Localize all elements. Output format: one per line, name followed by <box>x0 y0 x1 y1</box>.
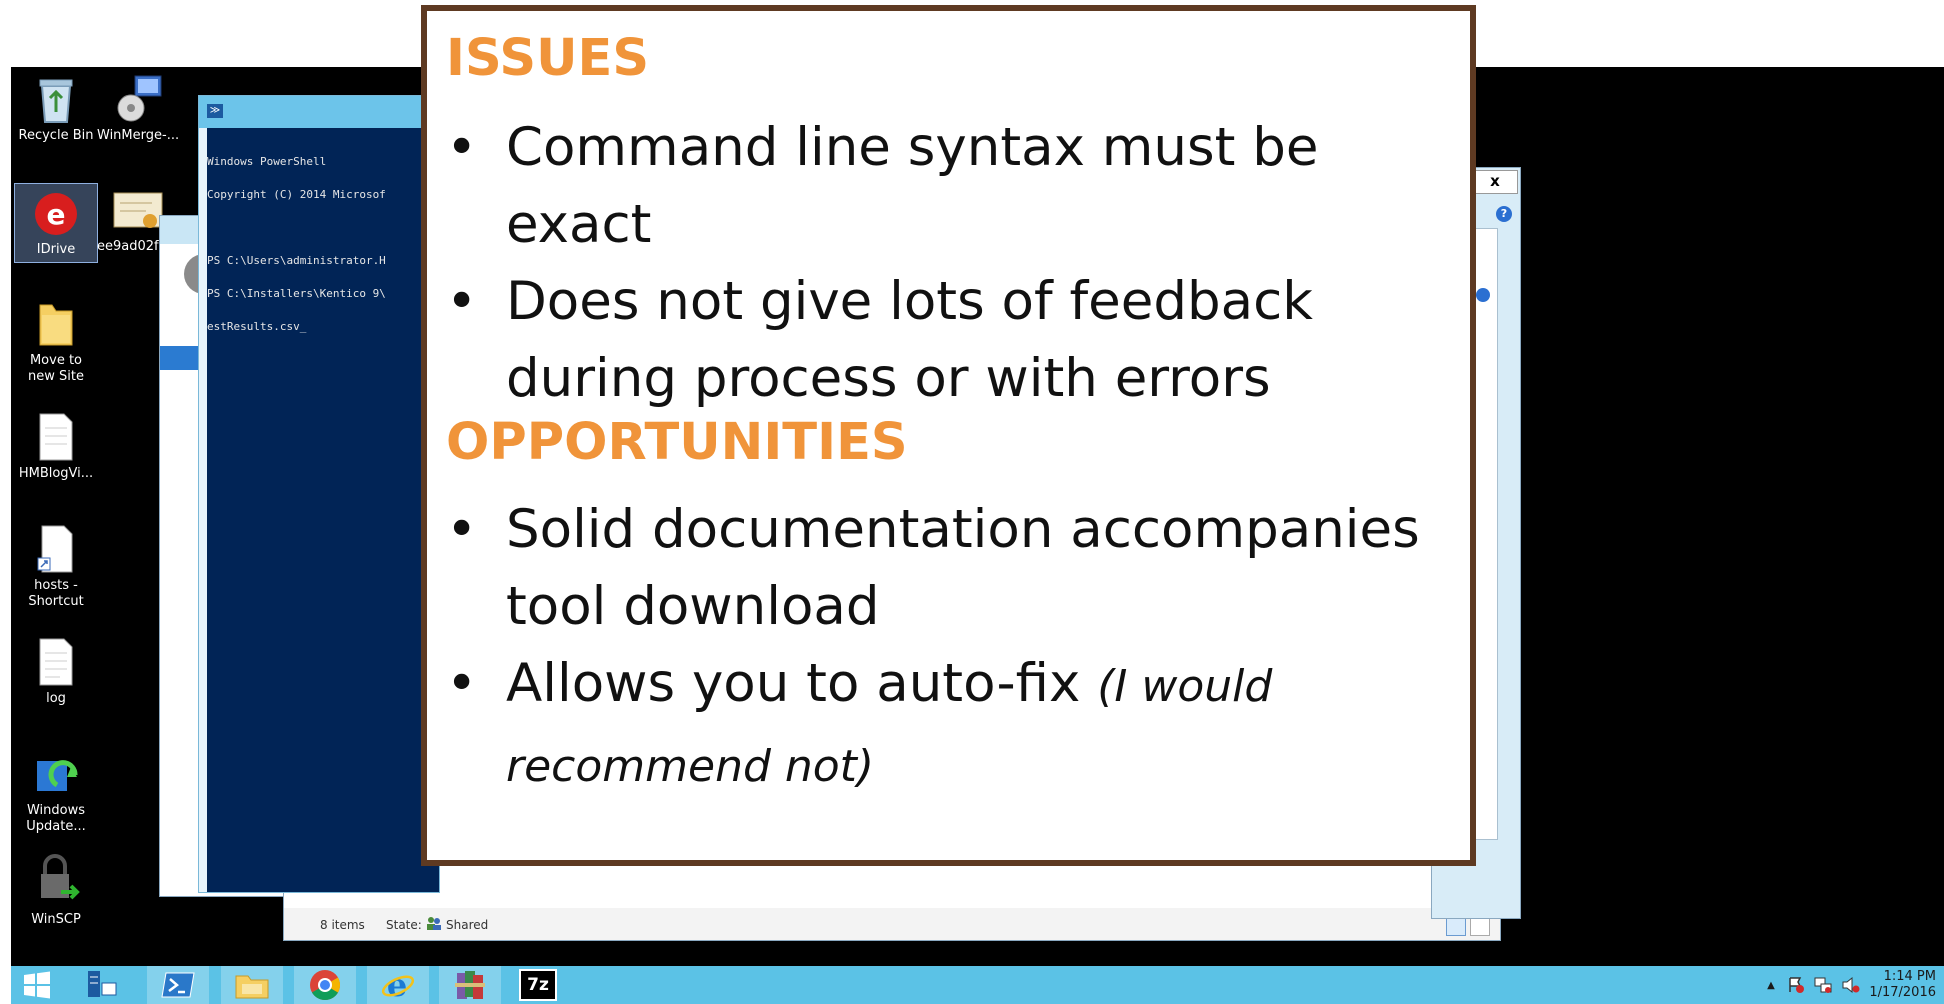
recycle-bin-icon <box>39 79 73 123</box>
taskbar-7zip[interactable]: 7z <box>507 966 569 1004</box>
opportunities-list: Solid documentation accompanies tool dow… <box>446 491 1456 805</box>
idrive-icon: e <box>35 193 77 235</box>
desktop-icon-move-to-new-site[interactable]: Move to new Site <box>15 297 97 385</box>
dialog-help-icon[interactable]: ? <box>1496 206 1512 222</box>
document-icon <box>39 413 73 461</box>
dialog-close-button[interactable]: x <box>1472 170 1518 194</box>
issues-bullet: Command line syntax must be exact <box>446 109 1456 263</box>
winmerge-icon <box>117 75 162 122</box>
status-bar: 8 items State: Shared <box>284 912 1500 938</box>
show-hidden-icons-button[interactable]: ▲ <box>1763 980 1779 991</box>
desktop-icon-hosts-shortcut[interactable]: hosts - Shortcut <box>15 524 97 610</box>
opportunities-bullet: Solid documentation accompanies tool dow… <box>446 491 1456 645</box>
console-line: Windows PowerShell <box>207 155 327 168</box>
desktop-icon-label: Recycle Bin <box>18 128 94 143</box>
desktop-icon-windows-update[interactable]: Windows Update... <box>15 755 97 835</box>
volume-icon[interactable] <box>1841 976 1861 994</box>
desktop-icon-log[interactable]: log <box>15 637 97 707</box>
status-state-value: Shared <box>446 918 489 932</box>
issues-list: Command line syntax must be exact Does n… <box>446 109 1456 417</box>
console-line: PS C:\Users\administrator.H <box>207 254 386 267</box>
issues-heading: ISSUES <box>446 29 650 88</box>
desktop-icon-label: Windows Update... <box>26 803 86 834</box>
system-tray: ▲ <box>1763 966 1861 1004</box>
svg-text:e: e <box>387 968 407 1002</box>
desktop-icon-label: log <box>46 691 66 706</box>
server-manager-icon <box>88 971 117 997</box>
shared-users-icon <box>426 916 442 930</box>
console-line: estResults.csv_ <box>207 320 307 333</box>
taskbar-powershell[interactable] <box>147 966 209 1004</box>
large-icons-view-button[interactable] <box>1470 916 1490 936</box>
dialog-inner-help-icon[interactable] <box>1476 288 1490 302</box>
winrar-icon <box>455 971 485 999</box>
powershell-titlebar[interactable]: ≫ <box>199 96 439 128</box>
internet-explorer-icon: e <box>381 968 415 1002</box>
network-icon[interactable] <box>1813 976 1833 994</box>
desktop-icon-recycle-bin[interactable]: Recycle Bin <box>15 74 97 144</box>
desktop-icon-label: WinSCP <box>31 912 81 927</box>
desktop-icon-label: Move to new Site <box>28 353 84 384</box>
details-view-button[interactable] <box>1446 916 1466 936</box>
desktop-icon-idrive[interactable]: e IDrive <box>14 183 98 263</box>
opportunity-text: Allows you to auto-fix <box>506 653 1098 714</box>
desktop-icon-winmerge[interactable]: WinMerge-... <box>97 74 179 144</box>
powershell-icon <box>161 972 195 998</box>
close-icon: x <box>1490 172 1500 190</box>
desktop-icon-label: hosts - Shortcut <box>28 578 84 609</box>
desktop-icon-label: HMBlogVi... <box>18 466 94 481</box>
desktop-icon-label: WinMerge-... <box>97 128 180 143</box>
opportunities-bullet: Allows you to auto-fix (I would recommen… <box>446 645 1456 805</box>
opportunity-text: Solid documentation accompanies tool dow… <box>506 499 1420 637</box>
taskbar-clock[interactable]: 1:14 PM 1/17/2016 <box>1869 969 1936 1001</box>
7zip-icon: 7z <box>519 969 557 1001</box>
desktop-icon-label: IDrive <box>36 242 76 257</box>
status-item-count: 8 items <box>320 918 365 932</box>
taskbar: e 7z ▲ 1:14 PM 1/17/2016 <box>11 966 1944 1004</box>
winscp-icon <box>41 854 80 900</box>
folder-icon <box>39 304 73 346</box>
clock-date: 1/17/2016 <box>1869 985 1936 1000</box>
desktop-icon-hmblogvi[interactable]: HMBlogVi... <box>15 412 97 482</box>
windows-update-icon <box>37 760 78 791</box>
taskbar-chrome[interactable] <box>294 966 356 1004</box>
powershell-window[interactable]: ≫ Windows PowerShell Copyright (C) 2014 … <box>198 95 440 893</box>
shortcut-document-icon <box>37 525 73 573</box>
taskbar-server-manager[interactable] <box>71 966 133 1004</box>
console-line: PS C:\Installers\Kentico 9\ <box>207 287 386 300</box>
chrome-icon <box>310 970 341 1001</box>
taskbar-file-explorer[interactable] <box>221 966 283 1004</box>
opportunities-heading: OPPORTUNITIES <box>446 413 908 472</box>
powershell-console[interactable]: Windows PowerShell Copyright (C) 2014 Mi… <box>207 128 439 892</box>
taskbar-winrar[interactable] <box>439 966 501 1004</box>
start-button[interactable] <box>11 966 63 1004</box>
file-explorer-icon <box>235 975 269 999</box>
clock-time: 1:14 PM <box>1883 969 1936 984</box>
console-line: Copyright (C) 2014 Microsof <box>207 188 386 201</box>
action-center-icon[interactable] <box>1787 976 1805 994</box>
certificate-icon <box>113 192 163 228</box>
desktop-icon-winscp[interactable]: WinSCP <box>15 854 97 928</box>
text-file-icon <box>39 638 73 686</box>
status-state-label: State: <box>386 918 422 932</box>
issues-bullet: Does not give lots of feedback during pr… <box>446 263 1456 417</box>
powershell-title-icon: ≫ <box>207 104 223 118</box>
start-icon <box>24 971 50 999</box>
slide-panel: ISSUES Command line syntax must be exact… <box>421 5 1476 866</box>
svg-text:e: e <box>47 198 66 231</box>
taskbar-internet-explorer[interactable]: e <box>367 966 429 1004</box>
